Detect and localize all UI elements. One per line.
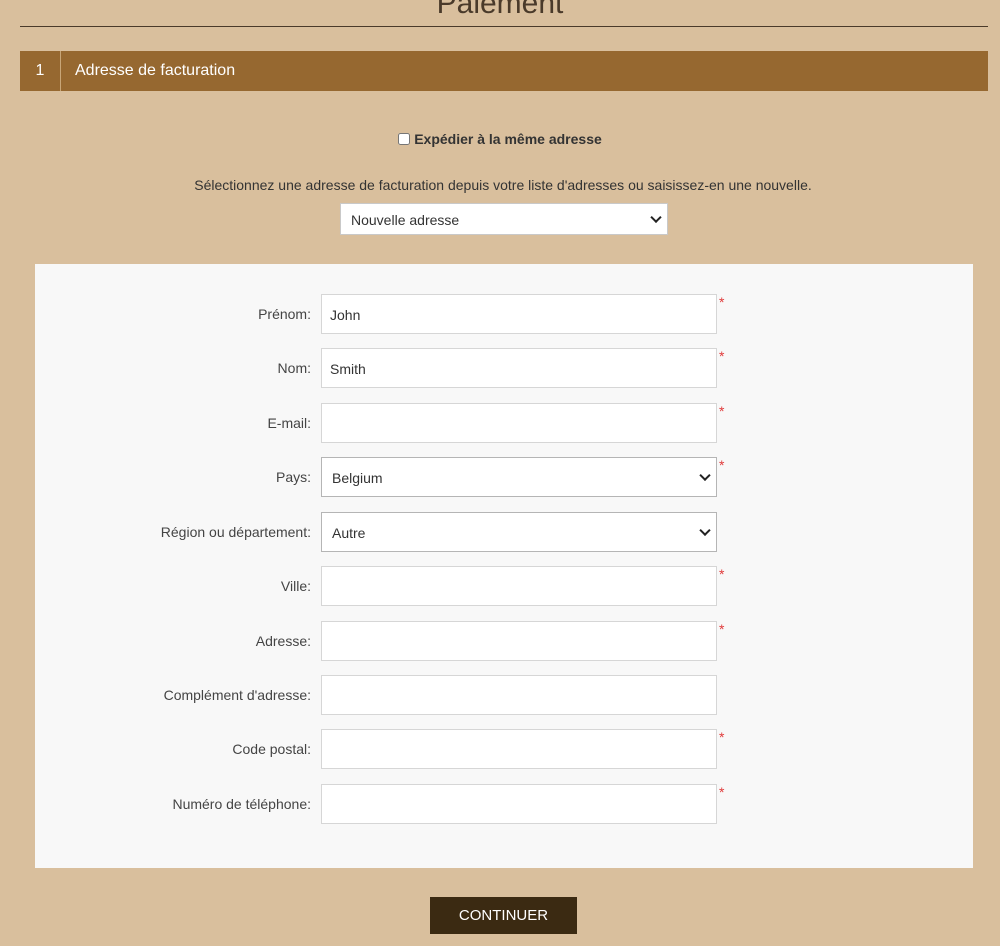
- required-marker: *: [719, 566, 725, 582]
- ship-same-address-option[interactable]: Expédier à la même adresse: [0, 131, 1000, 147]
- region-select[interactable]: Autre: [321, 512, 717, 552]
- step-header[interactable]: 1 Adresse de facturation: [20, 51, 988, 91]
- chevron-down-icon: [650, 211, 662, 224]
- step-title: Adresse de facturation: [75, 62, 236, 79]
- email-input[interactable]: [321, 403, 717, 443]
- address-select-instruction: Sélectionnez une adresse de facturation …: [194, 177, 812, 193]
- first-name-value: John: [330, 307, 361, 323]
- email-row: E-mail: *: [35, 403, 973, 443]
- required-marker: *: [719, 294, 725, 310]
- phone-row: Numéro de téléphone: *: [35, 784, 973, 824]
- required-marker: *: [719, 621, 725, 637]
- chevron-down-icon: [699, 469, 711, 482]
- email-label: E-mail:: [267, 415, 311, 431]
- country-value: Belgium: [332, 470, 383, 486]
- city-input[interactable]: [321, 566, 717, 606]
- postal-code-input[interactable]: [321, 729, 717, 769]
- address2-row: Complément d'adresse:: [35, 675, 973, 715]
- title-divider: [20, 26, 988, 27]
- country-label: Pays:: [275, 469, 311, 485]
- first-name-input[interactable]: John: [321, 294, 717, 334]
- required-marker: *: [719, 457, 725, 473]
- phone-input[interactable]: [321, 784, 717, 824]
- ship-same-address-label[interactable]: Expédier à la même adresse: [414, 131, 602, 147]
- billing-address-select-value: Nouvelle adresse: [351, 212, 460, 228]
- address2-input[interactable]: [321, 675, 717, 715]
- postal-code-label: Code postal:: [232, 741, 311, 757]
- postal-code-row: Code postal: *: [35, 729, 973, 769]
- required-marker: *: [719, 403, 725, 419]
- last-name-input[interactable]: Smith: [321, 348, 717, 388]
- region-value: Autre: [332, 525, 366, 541]
- address-row: Adresse: *: [35, 621, 973, 661]
- chevron-down-icon: [699, 524, 711, 537]
- billing-form: Prénom: John * Nom: Smith * E-mail: * Pa…: [35, 264, 973, 868]
- country-select[interactable]: Belgium: [321, 457, 717, 497]
- region-label: Région ou département:: [160, 524, 311, 540]
- country-row: Pays: Belgium *: [35, 457, 973, 497]
- last-name-value: Smith: [330, 361, 366, 377]
- ship-same-address-checkbox[interactable]: [398, 133, 411, 145]
- address-input[interactable]: [321, 621, 717, 661]
- region-row: Région ou département: Autre: [35, 512, 973, 552]
- first-name-label: Prénom:: [258, 306, 311, 322]
- billing-address-select[interactable]: Nouvelle adresse: [340, 203, 668, 235]
- city-label: Ville:: [280, 578, 311, 594]
- address2-label: Complément d'adresse:: [163, 687, 311, 703]
- page-title: Paiement: [436, 0, 564, 20]
- required-marker: *: [719, 348, 725, 364]
- step-number: 1: [20, 51, 61, 91]
- city-row: Ville: *: [35, 566, 973, 606]
- last-name-row: Nom: Smith *: [35, 348, 973, 388]
- required-marker: *: [719, 784, 725, 800]
- last-name-label: Nom:: [277, 360, 311, 376]
- address-label: Adresse:: [255, 633, 311, 649]
- phone-label: Numéro de téléphone:: [172, 796, 311, 812]
- continue-button[interactable]: CONTINUER: [430, 897, 577, 934]
- first-name-row: Prénom: John *: [35, 294, 973, 334]
- required-marker: *: [719, 729, 725, 745]
